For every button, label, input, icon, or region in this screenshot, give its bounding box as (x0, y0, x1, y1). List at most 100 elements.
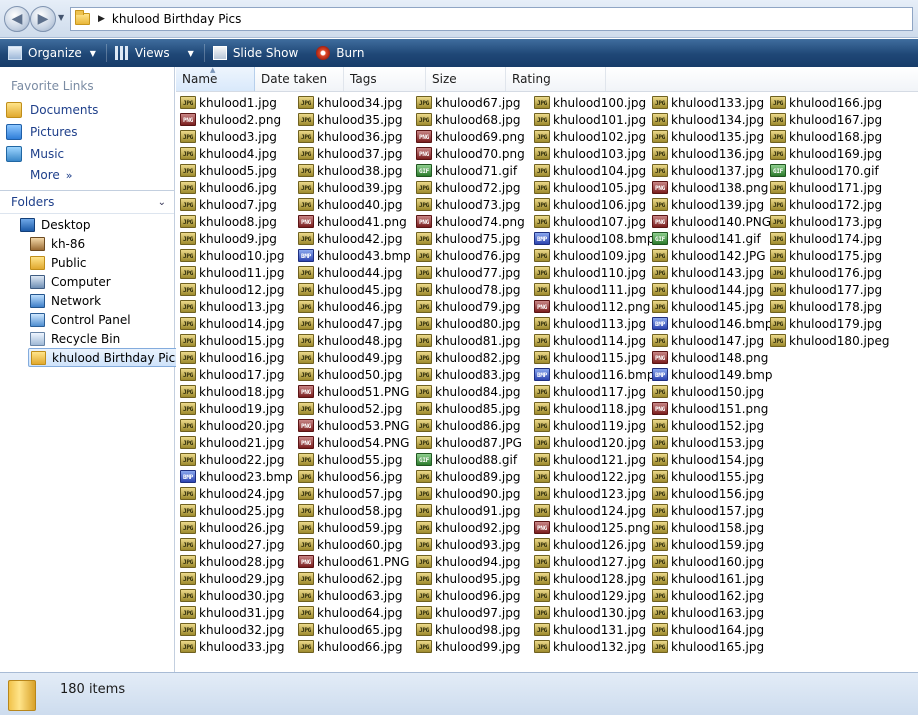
file-item[interactable]: JPG khulood65.jpg (298, 621, 402, 638)
file-item[interactable]: JPG khulood156.jpg (652, 485, 764, 502)
file-item[interactable]: JPG khulood123.jpg (534, 485, 646, 502)
file-item[interactable]: JPG khulood45.jpg (298, 281, 402, 298)
file-item[interactable]: PNG khulood138.png (652, 179, 768, 196)
file-item[interactable]: JPG khulood122.jpg (534, 468, 646, 485)
file-item[interactable]: PNG khulood112.png (534, 298, 650, 315)
column-tags[interactable]: Tags (344, 67, 426, 91)
file-item[interactable]: GIF khulood88.gif (416, 451, 517, 468)
file-item[interactable]: JPG khulood25.jpg (180, 502, 284, 519)
favorite-pictures[interactable]: Pictures (6, 122, 78, 142)
file-item[interactable]: JPG khulood5.jpg (180, 162, 277, 179)
file-item[interactable]: JPG khulood64.jpg (298, 604, 402, 621)
file-item[interactable]: JPG khulood121.jpg (534, 451, 646, 468)
column-date-taken[interactable]: Date taken (255, 67, 344, 91)
file-item[interactable]: JPG khulood63.jpg (298, 587, 402, 604)
file-item[interactable]: JPG khulood143.jpg (652, 264, 764, 281)
file-item[interactable]: JPG khulood150.jpg (652, 383, 764, 400)
file-item[interactable]: PNG khulood41.png (298, 213, 407, 230)
file-item[interactable]: JPG khulood92.jpg (416, 519, 520, 536)
file-item[interactable]: JPG khulood168.jpg (770, 128, 882, 145)
file-item[interactable]: JPG khulood90.jpg (416, 485, 520, 502)
file-item[interactable]: JPG khulood164.jpg (652, 621, 764, 638)
file-item[interactable]: JPG khulood171.jpg (770, 179, 882, 196)
column-name[interactable]: ▲ Name (176, 66, 255, 91)
file-item[interactable]: GIF khulood170.gif (770, 162, 879, 179)
file-item[interactable]: JPG khulood154.jpg (652, 451, 764, 468)
file-item[interactable]: JPG khulood111.jpg (534, 281, 646, 298)
file-item[interactable]: JPG khulood86.jpg (416, 417, 520, 434)
file-item[interactable]: JPG khulood135.jpg (652, 128, 764, 145)
address-field[interactable]: ▶ khulood Birthday Pics (70, 7, 913, 31)
file-item[interactable]: JPG khulood78.jpg (416, 281, 520, 298)
file-item[interactable]: JPG khulood44.jpg (298, 264, 402, 281)
file-item[interactable]: JPG khulood160.jpg (652, 553, 764, 570)
file-item[interactable]: JPG khulood62.jpg (298, 570, 402, 587)
file-item[interactable]: PNG khulood61.PNG (298, 553, 409, 570)
file-item[interactable]: JPG khulood30.jpg (180, 587, 284, 604)
file-item[interactable]: JPG khulood144.jpg (652, 281, 764, 298)
file-item[interactable]: JPG khulood87.JPG (416, 434, 522, 451)
file-item[interactable]: BMP khulood146.bmp (652, 315, 772, 332)
file-item[interactable]: JPG khulood76.jpg (416, 247, 520, 264)
file-item[interactable]: PNG khulood125.png (534, 519, 650, 536)
file-item[interactable]: BMP khulood116.bmp (534, 366, 654, 383)
file-item[interactable]: JPG khulood131.jpg (534, 621, 646, 638)
file-item[interactable]: JPG khulood102.jpg (534, 128, 646, 145)
file-item[interactable]: JPG khulood129.jpg (534, 587, 646, 604)
file-item[interactable]: JPG khulood28.jpg (180, 553, 284, 570)
file-item[interactable]: JPG khulood29.jpg (180, 570, 284, 587)
file-item[interactable]: JPG khulood106.jpg (534, 196, 646, 213)
file-item[interactable]: JPG khulood137.jpg (652, 162, 764, 179)
tree-item-recycle-bin[interactable]: Recycle Bin (30, 329, 120, 348)
file-item[interactable]: JPG khulood152.jpg (652, 417, 764, 434)
file-item[interactable]: JPG khulood38.jpg (298, 162, 402, 179)
file-item[interactable]: JPG khulood75.jpg (416, 230, 520, 247)
file-item[interactable]: JPG khulood14.jpg (180, 315, 284, 332)
file-item[interactable]: JPG khulood119.jpg (534, 417, 646, 434)
file-item[interactable]: JPG khulood103.jpg (534, 145, 646, 162)
file-item[interactable]: JPG khulood113.jpg (534, 315, 646, 332)
file-item[interactable]: JPG khulood20.jpg (180, 417, 284, 434)
file-item[interactable]: JPG khulood104.jpg (534, 162, 646, 179)
file-item[interactable]: JPG khulood68.jpg (416, 111, 520, 128)
file-item[interactable]: JPG khulood10.jpg (180, 247, 284, 264)
file-item[interactable]: PNG khulood148.png (652, 349, 768, 366)
file-item[interactable]: JPG khulood161.jpg (652, 570, 764, 587)
file-item[interactable]: JPG khulood165.jpg (652, 638, 764, 655)
tree-item-public[interactable]: Public (30, 253, 87, 272)
file-item[interactable]: JPG khulood57.jpg (298, 485, 402, 502)
back-button[interactable]: ◀ (4, 6, 30, 32)
file-item[interactable]: JPG khulood107.jpg (534, 213, 646, 230)
file-item[interactable]: JPG khulood58.jpg (298, 502, 402, 519)
file-item[interactable]: JPG khulood99.jpg (416, 638, 520, 655)
file-item[interactable]: JPG khulood33.jpg (180, 638, 284, 655)
tree-item-network[interactable]: Network (30, 291, 101, 310)
file-item[interactable]: JPG khulood55.jpg (298, 451, 402, 468)
file-item[interactable]: JPG khulood52.jpg (298, 400, 402, 417)
file-item[interactable]: PNG khulood53.PNG (298, 417, 409, 434)
file-item[interactable]: JPG khulood39.jpg (298, 179, 402, 196)
slideshow-button[interactable]: Slide Show (205, 39, 308, 67)
file-item[interactable]: JPG khulood72.jpg (416, 179, 520, 196)
breadcrumb-arrow-icon[interactable]: ▶ (98, 14, 105, 24)
file-item[interactable]: JPG khulood34.jpg (298, 94, 402, 111)
file-item[interactable]: JPG khulood163.jpg (652, 604, 764, 621)
file-item[interactable]: JPG khulood128.jpg (534, 570, 646, 587)
tree-item-kh-86[interactable]: kh-86 (30, 234, 85, 253)
file-item[interactable]: JPG khulood79.jpg (416, 298, 520, 315)
file-item[interactable]: JPG khulood166.jpg (770, 94, 882, 111)
file-item[interactable]: JPG khulood46.jpg (298, 298, 402, 315)
file-item[interactable]: JPG khulood153.jpg (652, 434, 764, 451)
file-item[interactable]: JPG khulood91.jpg (416, 502, 520, 519)
file-item[interactable]: JPG khulood59.jpg (298, 519, 402, 536)
file-item[interactable]: JPG khulood100.jpg (534, 94, 646, 111)
file-item[interactable]: JPG khulood27.jpg (180, 536, 284, 553)
tree-item-desktop[interactable]: Desktop (20, 215, 91, 234)
file-item[interactable]: JPG khulood80.jpg (416, 315, 520, 332)
file-item[interactable]: JPG khulood67.jpg (416, 94, 520, 111)
file-item[interactable]: JPG khulood96.jpg (416, 587, 520, 604)
file-item[interactable]: PNG khulood70.png (416, 145, 525, 162)
file-item[interactable]: JPG khulood118.jpg (534, 400, 646, 417)
file-item[interactable]: JPG khulood132.jpg (534, 638, 646, 655)
file-item[interactable]: JPG khulood37.jpg (298, 145, 402, 162)
